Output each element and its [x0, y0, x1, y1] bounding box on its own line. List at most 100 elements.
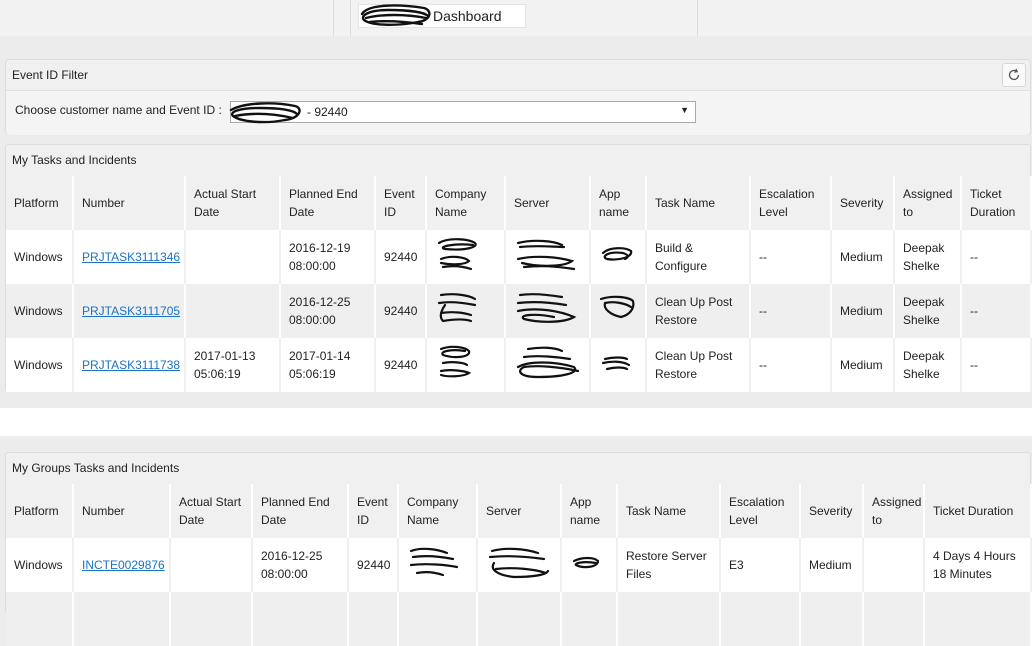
app-name-cell [562, 538, 618, 592]
column-header[interactable]: Platform [6, 484, 74, 538]
event-id-cell: 92440 [376, 230, 427, 284]
empty-cell [801, 592, 864, 646]
my-tasks-title: My Tasks and Incidents [6, 145, 1030, 176]
refresh-icon [1008, 68, 1020, 81]
planned-end-cell: 2016-12-19 08:00:00 [281, 230, 376, 284]
column-header[interactable]: Task Name [647, 176, 751, 230]
table-row[interactable]: Windows PRJTASK3111738 2017-01-13 05:06:… [6, 338, 1032, 392]
column-header[interactable]: Escalation Level [751, 176, 832, 230]
column-header[interactable]: Task Name [618, 484, 721, 538]
empty-cell [6, 592, 74, 646]
company-name-cell [427, 284, 506, 338]
column-header[interactable]: Assigned to [895, 176, 962, 230]
event-id-cell: 92440 [376, 338, 427, 392]
actual-start-cell [186, 230, 281, 284]
server-cell [478, 538, 562, 592]
column-header[interactable]: Ticket Duration [925, 484, 1032, 538]
redaction-scribble [516, 346, 580, 378]
event-filter-panel: Event ID Filter Choose customer name and… [5, 59, 1031, 135]
empty-cell [74, 592, 171, 646]
column-header[interactable]: App name [562, 484, 618, 538]
planned-end-cell: 2016-12-25 08:00:00 [281, 284, 376, 338]
column-header[interactable]: Planned End Date [281, 176, 376, 230]
column-header[interactable]: Number [74, 484, 171, 538]
empty-cell [925, 592, 1032, 646]
column-header[interactable]: Actual Start Date [171, 484, 253, 538]
app-name-cell [591, 338, 647, 392]
incident-number-link[interactable]: INCTE0029876 [82, 558, 165, 572]
assigned-cell [864, 538, 925, 592]
table-row[interactable]: Windows PRJTASK3111346 2016-12-19 08:00:… [6, 230, 1032, 284]
table-row[interactable] [6, 592, 1032, 646]
task-number-link[interactable]: PRJTASK3111705 [82, 304, 180, 318]
table-header-row: Platform Number Actual Start Date Planne… [6, 176, 1032, 230]
duration-cell: -- [962, 284, 1032, 338]
redaction-scribble [229, 102, 301, 124]
customer-event-select[interactable]: - 92440 ▼ [229, 101, 696, 124]
column-header[interactable]: Number [74, 176, 186, 230]
column-header[interactable]: Platform [6, 176, 74, 230]
column-header[interactable]: Server [506, 176, 591, 230]
severity-cell: Medium [801, 538, 864, 592]
platform-cell: Windows [6, 538, 74, 592]
planned-end-cell: 2017-01-14 05:06:19 [281, 338, 376, 392]
number-cell: PRJTASK3111738 [74, 338, 186, 392]
column-header[interactable]: App name [591, 176, 647, 230]
platform-cell: Windows [6, 338, 74, 392]
my-tasks-table: Platform Number Actual Start Date Planne… [6, 176, 1032, 392]
redaction-scribble [488, 547, 550, 578]
server-cell [506, 284, 591, 338]
column-header[interactable]: Escalation Level [721, 484, 801, 538]
group-tasks-title: My Groups Tasks and Incidents [6, 453, 1030, 484]
refresh-button[interactable] [1002, 63, 1026, 87]
group-tasks-panel: My Groups Tasks and Incidents Platform N… [5, 452, 1032, 646]
redaction-scribble [601, 246, 633, 261]
table-row[interactable]: Windows INCTE0029876 2016-12-25 08:00:00… [6, 538, 1032, 592]
column-header[interactable]: Severity [801, 484, 864, 538]
column-header[interactable]: Event ID [376, 176, 427, 230]
top-bar: Dashboard [0, 0, 1032, 36]
task-number-link[interactable]: PRJTASK3111738 [82, 358, 180, 372]
column-header[interactable]: Ticket Duration [962, 176, 1032, 230]
table-header-row: Platform Number Actual Start Date Planne… [6, 484, 1032, 538]
empty-cell [399, 592, 478, 646]
task-number-link[interactable]: PRJTASK3111346 [82, 250, 180, 264]
actual-start-cell [186, 284, 281, 338]
column-header[interactable]: Planned End Date [253, 484, 349, 538]
column-header[interactable]: Company Name [399, 484, 478, 538]
duration-cell: -- [962, 338, 1032, 392]
event-id-cell: 92440 [376, 284, 427, 338]
event-id-cell: 92440 [349, 538, 399, 592]
severity-cell: Medium [832, 338, 895, 392]
task-name-cell: Clean Up Post Restore [647, 284, 751, 338]
column-header[interactable]: Company Name [427, 176, 506, 230]
server-cell [506, 230, 591, 284]
escalation-cell: E3 [721, 538, 801, 592]
divider [697, 0, 698, 36]
platform-cell: Windows [6, 230, 74, 284]
page-title-text: Dashboard [433, 8, 502, 24]
column-header[interactable]: Server [478, 484, 562, 538]
spacer [0, 408, 1032, 436]
planned-end-cell: 2016-12-25 08:00:00 [253, 538, 349, 592]
column-header[interactable]: Event ID [349, 484, 399, 538]
platform-cell: Windows [6, 284, 74, 338]
select-value: - 92440 [307, 105, 348, 119]
divider [333, 0, 334, 36]
task-name-cell: Restore Server Files [618, 538, 721, 592]
redaction-scribble [409, 547, 459, 576]
column-header[interactable]: Severity [832, 176, 895, 230]
app-name-cell [591, 230, 647, 284]
empty-cell [562, 592, 618, 646]
divider [350, 0, 351, 36]
server-cell [506, 338, 591, 392]
column-header[interactable]: Assigned to [864, 484, 925, 538]
redaction-scribble [437, 292, 477, 322]
number-cell: INCTE0029876 [74, 538, 171, 592]
table-row[interactable]: Windows PRJTASK3111705 2016-12-25 08:00:… [6, 284, 1032, 338]
escalation-cell: -- [751, 284, 832, 338]
filter-row: Choose customer name and Event ID : - 92… [6, 91, 1030, 135]
filter-label: Choose customer name and Event ID : [15, 103, 222, 117]
column-header[interactable]: Actual Start Date [186, 176, 281, 230]
escalation-cell: -- [751, 230, 832, 284]
